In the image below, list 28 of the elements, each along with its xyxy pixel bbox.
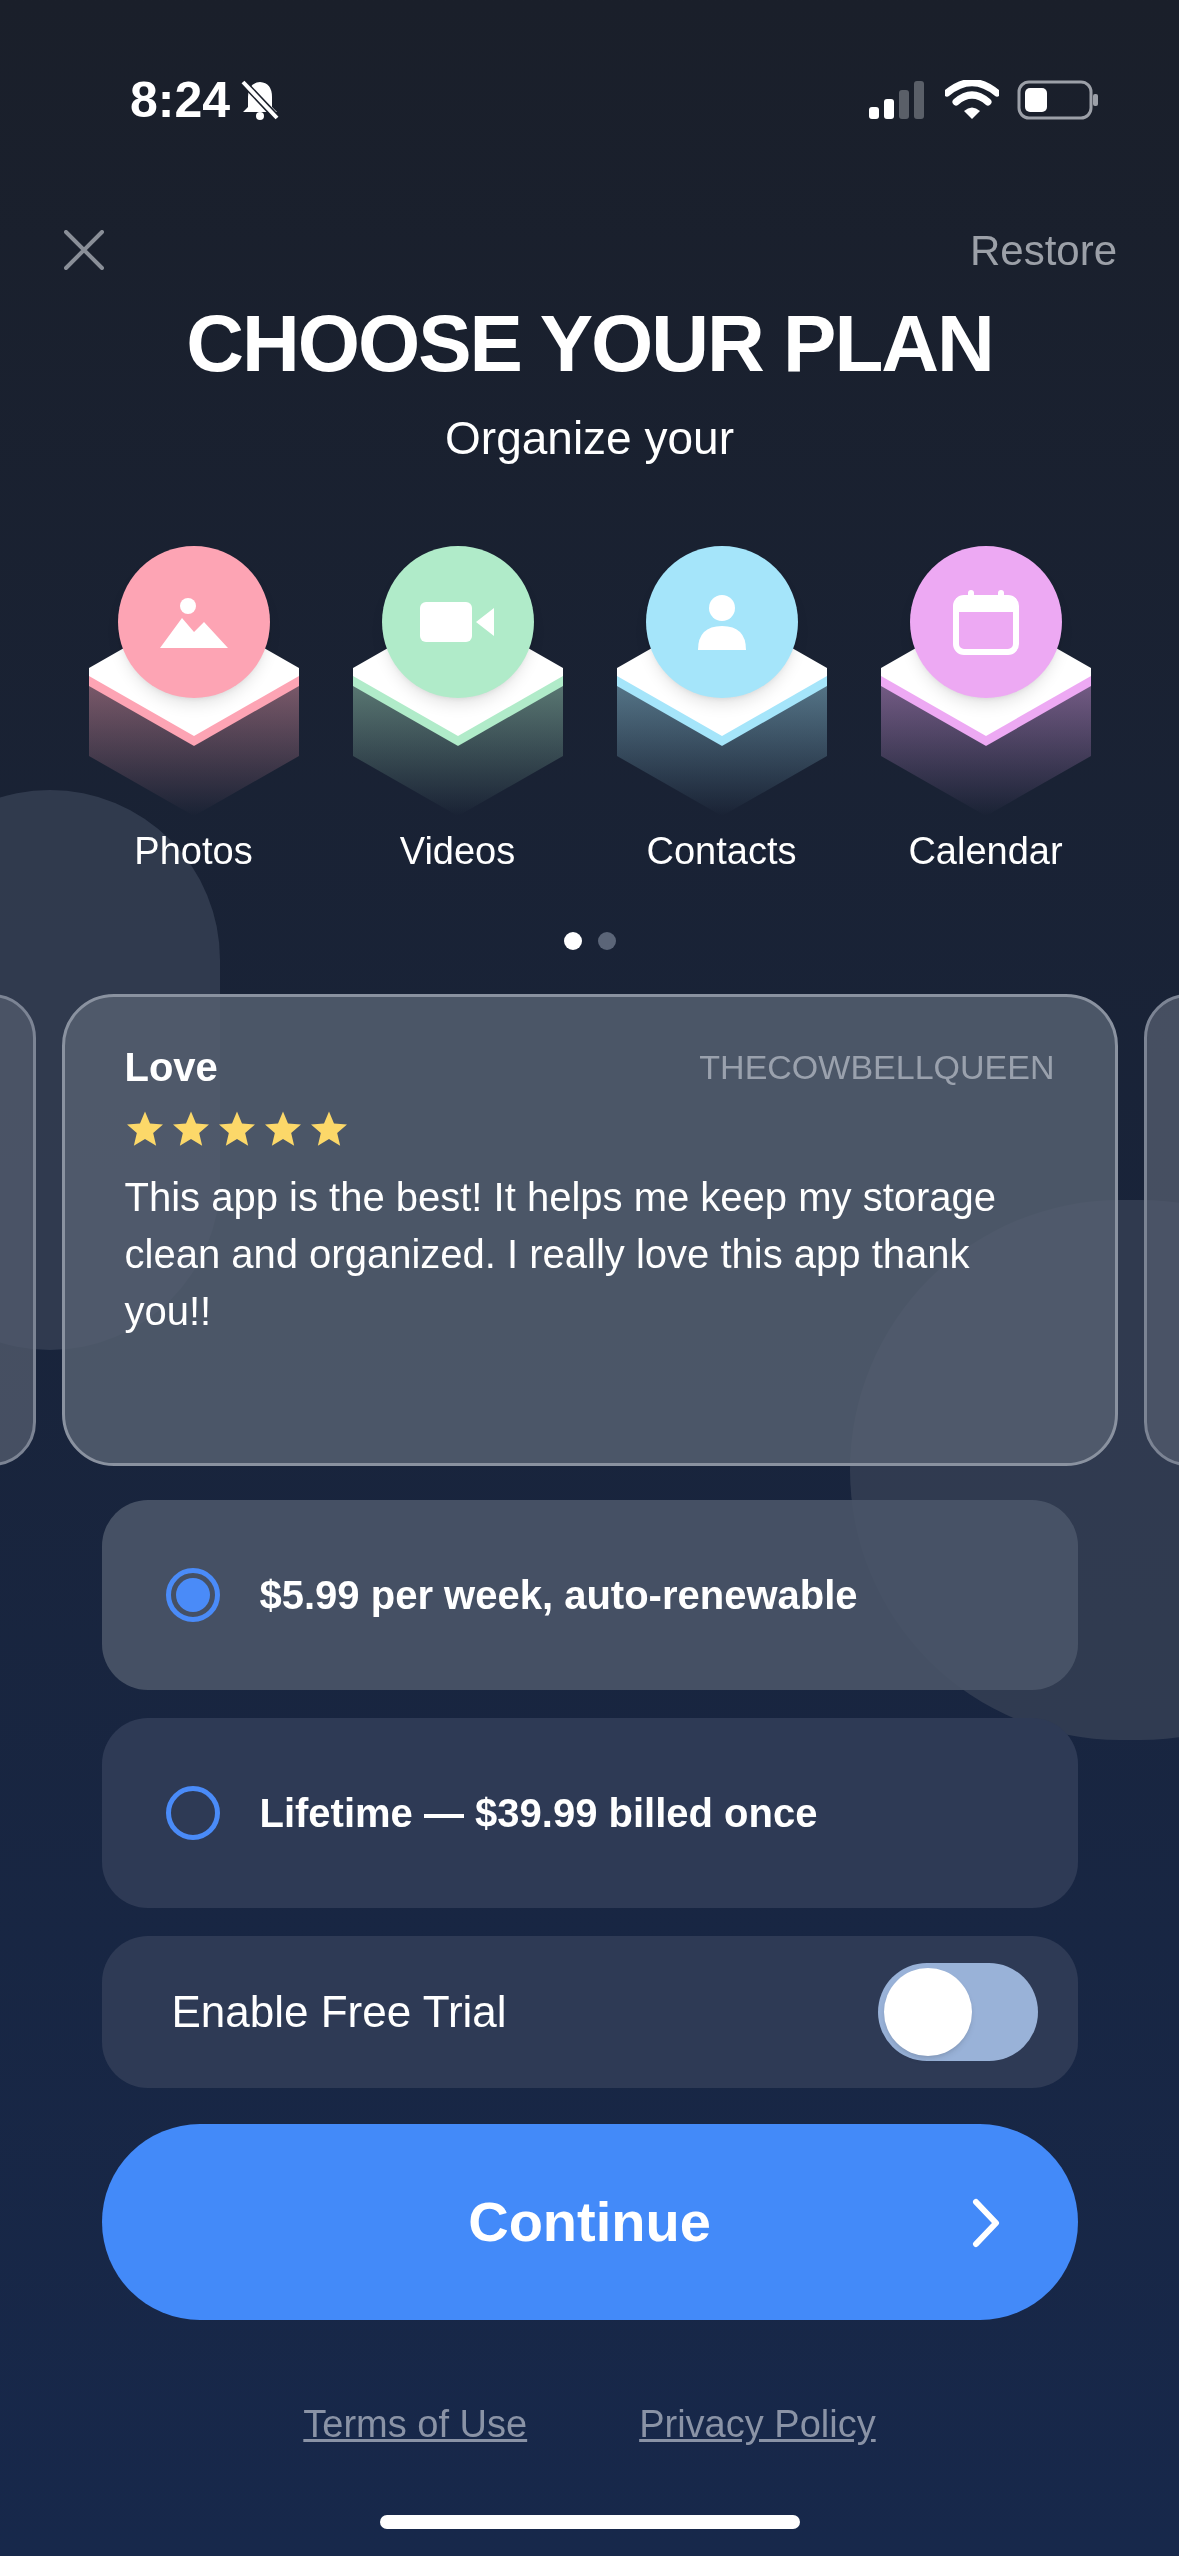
category-label: Contacts [646,829,797,874]
footer-link[interactable]: Privacy Policy [639,2396,876,2453]
plan-option[interactable]: Lifetime — $39.99 billed once [101,1718,1078,1908]
page-title: CHOOSE YOUR PLAN [186,304,993,384]
signal-icon [869,81,927,119]
video-camera-icon [419,602,496,642]
category-label: Calendar [908,829,1063,874]
status-time: 8:24 [130,70,231,130]
category-label: Photos [134,829,253,874]
review-text: This app is the best! It helps me keep my storage clean and organized. I really love this app thank you!! [124,1174,998,1335]
category-label: Videos [399,829,516,874]
page-subtitle: Organize your [445,411,734,466]
battery-icon [1017,80,1099,120]
radio-button[interactable] [165,1786,220,1840]
continue-button[interactable]: Continue [101,2124,1078,2320]
calendar-icon [951,588,1020,656]
restore-button[interactable]: Restore [969,218,1117,282]
chevron-right-icon [971,2198,1000,2248]
review-author: THECOWBELLQUEEN [699,1046,1055,1088]
close-icon [64,230,104,270]
person-icon [696,594,747,650]
free-trial-label: Enable Free Trial [171,1986,507,2038]
plan-option[interactable]: $5.99 per week, auto-renewable [101,1500,1078,1690]
footer-link[interactable]: Terms of Use [303,2396,528,2453]
review-title: Love [124,1044,218,1091]
close-button[interactable] [62,228,106,272]
wifi-icon [945,80,999,120]
radio-button[interactable] [165,1568,220,1622]
